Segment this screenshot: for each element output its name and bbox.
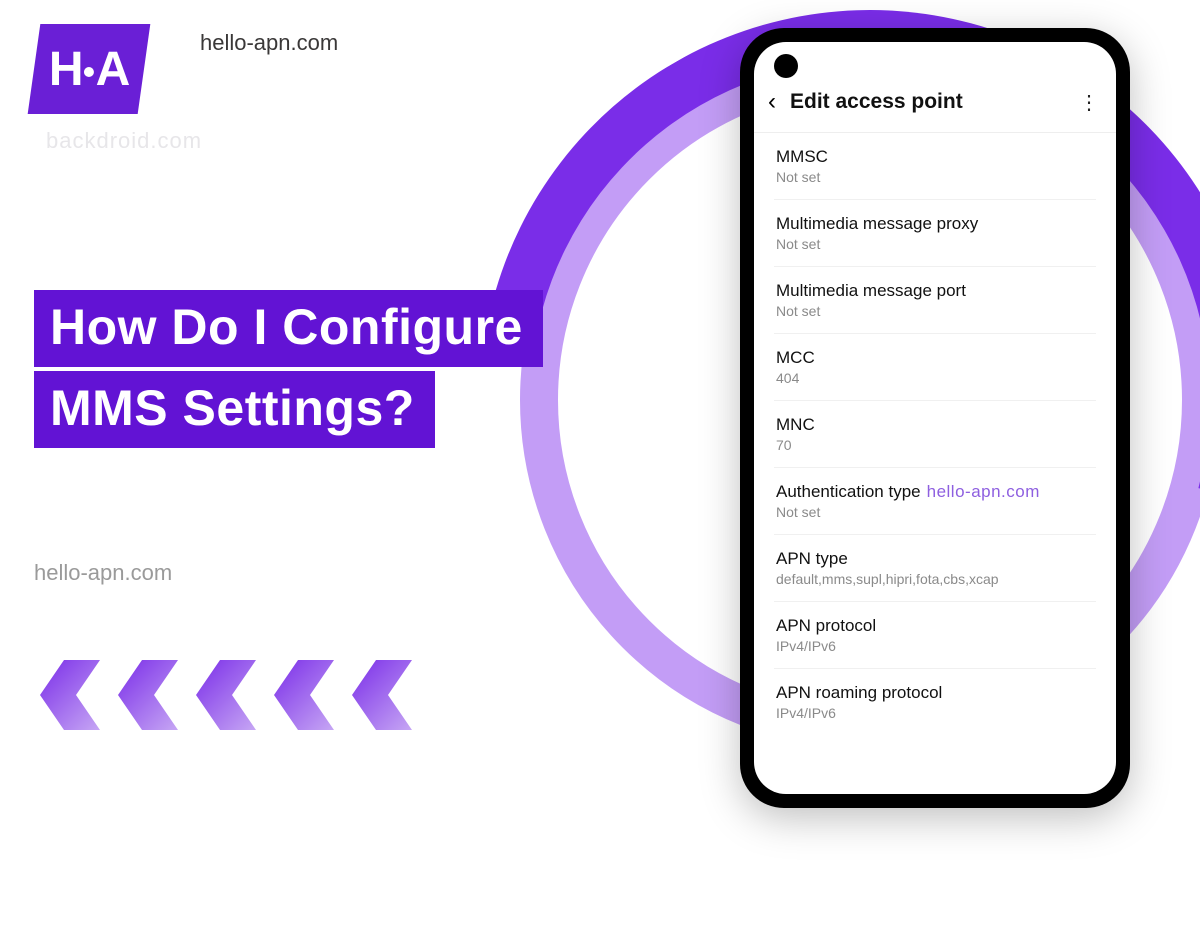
more-icon[interactable]: ⋮	[1079, 90, 1098, 115]
camera-punch-hole	[774, 54, 798, 78]
setting-value: Not set	[776, 169, 1094, 185]
setting-value: IPv4/IPv6	[776, 705, 1094, 721]
chevron-row	[40, 660, 412, 730]
setting-row-apn-roaming-protocol[interactable]: APN roaming protocol IPv4/IPv6	[774, 669, 1096, 735]
headline-line-2: MMS Settings?	[34, 371, 435, 448]
appbar-title: Edit access point	[790, 90, 1079, 114]
setting-row-apn-protocol[interactable]: APN protocol IPv4/IPv6	[774, 602, 1096, 669]
phone-mockup: ‹ Edit access point ⋮ MMSC Not set Multi…	[740, 28, 1130, 808]
setting-label: Multimedia message proxy	[776, 214, 1094, 234]
inline-watermark: hello-apn.com	[927, 482, 1040, 502]
setting-label: APN type	[776, 549, 1094, 569]
setting-row-auth-type[interactable]: Authentication type hello-apn.com Not se…	[774, 468, 1096, 535]
site-url-bottom: hello-apn.com	[34, 560, 172, 586]
setting-label: MCC	[776, 348, 1094, 368]
headline-line-1: How Do I Configure	[34, 290, 543, 367]
setting-value: Not set	[776, 504, 1094, 520]
status-bar	[754, 42, 1116, 78]
setting-row-mms-port[interactable]: Multimedia message port Not set	[774, 267, 1096, 334]
setting-label: APN protocol	[776, 616, 1094, 636]
setting-label-text: Authentication type	[776, 482, 921, 502]
setting-row-mmsc[interactable]: MMSC Not set	[774, 133, 1096, 200]
chevron-left-icon	[274, 660, 334, 730]
logo-letters: HA	[49, 42, 128, 97]
setting-value: Not set	[776, 303, 1094, 319]
setting-label: MNC	[776, 415, 1094, 435]
setting-row-mcc[interactable]: MCC 404	[774, 334, 1096, 401]
site-url-top: hello-apn.com	[200, 30, 338, 56]
setting-value: default,mms,supl,hipri,fota,cbs,xcap	[776, 571, 1094, 587]
setting-value: IPv4/IPv6	[776, 638, 1094, 654]
setting-label: MMSC	[776, 147, 1094, 167]
back-icon[interactable]: ‹	[768, 88, 776, 116]
setting-value: 70	[776, 437, 1094, 453]
phone-screen: ‹ Edit access point ⋮ MMSC Not set Multi…	[754, 42, 1116, 794]
setting-row-mnc[interactable]: MNC 70	[774, 401, 1096, 468]
chevron-left-icon	[352, 660, 412, 730]
chevron-left-icon	[196, 660, 256, 730]
setting-label: Multimedia message port	[776, 281, 1094, 301]
setting-value: Not set	[776, 236, 1094, 252]
chevron-left-icon	[118, 660, 178, 730]
setting-label: Authentication type hello-apn.com	[776, 482, 1094, 502]
app-bar: ‹ Edit access point ⋮	[754, 78, 1116, 133]
setting-label: APN roaming protocol	[776, 683, 1094, 703]
chevron-left-icon	[40, 660, 100, 730]
watermark-text: backdroid.com	[46, 128, 202, 154]
settings-list: MMSC Not set Multimedia message proxy No…	[754, 133, 1116, 735]
site-logo: HA	[28, 24, 151, 114]
headline: How Do I Configure MMS Settings?	[34, 290, 543, 448]
setting-value: 404	[776, 370, 1094, 386]
setting-row-apn-type[interactable]: APN type default,mms,supl,hipri,fota,cbs…	[774, 535, 1096, 602]
setting-row-mms-proxy[interactable]: Multimedia message proxy Not set	[774, 200, 1096, 267]
